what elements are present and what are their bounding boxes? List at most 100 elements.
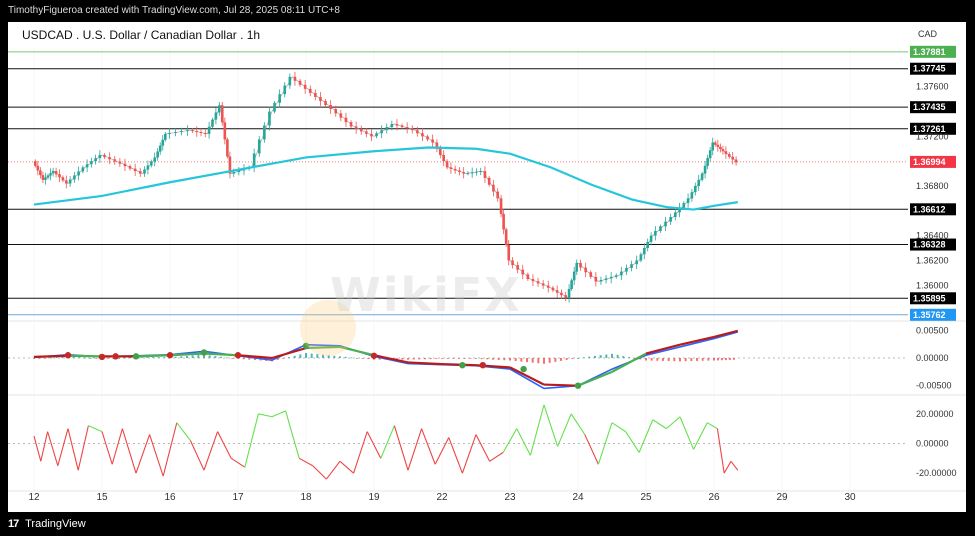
candle-body — [504, 229, 508, 245]
x-axis-tick: 17 — [232, 492, 244, 503]
macd-histogram-bar — [231, 358, 234, 359]
macd-histogram-bar — [174, 356, 177, 358]
macd-axis-tick: 0.00500 — [916, 325, 949, 335]
attribution-bar: TimothyFigueroa created with TradingView… — [0, 0, 975, 22]
candle-body — [58, 174, 61, 178]
candle-body — [649, 235, 653, 242]
candle-body — [214, 112, 218, 120]
macd-histogram-bar — [401, 358, 404, 360]
candle-body — [555, 290, 559, 293]
oscillator-segment — [421, 428, 436, 465]
macd-histogram-bar — [492, 358, 494, 360]
macd-histogram-bar — [186, 355, 188, 358]
macd-cross-dot — [166, 352, 174, 359]
candle-body — [416, 130, 419, 134]
candle-body — [564, 295, 567, 298]
candle-body — [604, 278, 608, 280]
candle-body — [449, 167, 453, 169]
level-label: 1.35895 — [913, 293, 946, 303]
macd-histogram-bar — [118, 358, 120, 359]
candle-body — [697, 179, 700, 186]
macd-histogram-bar — [50, 357, 52, 359]
candle-body — [146, 165, 150, 170]
candle-body — [531, 279, 535, 282]
candle-body — [153, 157, 156, 162]
candle-body — [329, 105, 332, 110]
macd-histogram-bar — [163, 357, 166, 358]
macd-histogram-bar — [242, 358, 245, 360]
macd-histogram-bar — [129, 357, 132, 359]
candle-body — [609, 276, 613, 279]
x-axis-tick: 16 — [164, 492, 176, 503]
macd-histogram-bar — [480, 358, 483, 360]
candle-body — [319, 96, 322, 101]
macd-histogram-bar — [662, 358, 664, 361]
candle-body — [252, 153, 256, 168]
candle-body — [458, 170, 461, 173]
candle-body — [303, 84, 307, 89]
macd-histogram-bar — [713, 358, 715, 361]
candle-body — [156, 151, 159, 158]
candle-body — [344, 117, 348, 123]
candle-body — [734, 159, 738, 163]
candle-body — [161, 139, 165, 146]
candle-body — [94, 158, 97, 162]
macd-histogram-bar — [560, 358, 562, 361]
macd-histogram-bar — [220, 356, 222, 358]
macd-histogram-bar — [720, 358, 723, 361]
candle-body — [682, 203, 686, 208]
candle-body — [594, 276, 598, 282]
oscillator-segment — [393, 425, 409, 471]
candle-body — [349, 122, 353, 127]
candle-body — [526, 274, 530, 280]
oscillator-segment — [217, 431, 232, 459]
macd-histogram-bar — [89, 358, 92, 359]
oscillator-segment — [407, 428, 423, 471]
oscillator-axis-tick: 20.00000 — [916, 409, 954, 419]
candle-body — [195, 131, 199, 133]
candle-body — [466, 172, 470, 174]
candle-body — [49, 173, 52, 176]
candle-body — [218, 105, 221, 113]
macd-histogram-bar — [732, 358, 735, 360]
x-axis-tick: 22 — [436, 492, 448, 503]
oscillator-segment — [652, 419, 667, 430]
macd-histogram-bar — [305, 353, 307, 358]
macd-histogram-bar — [645, 358, 647, 361]
chart-svg[interactable]: 1.378811.377451.374351.372611.366121.363… — [8, 22, 966, 512]
oscillator-segment — [111, 428, 123, 465]
oscillator-segment — [285, 410, 300, 459]
oscillator-segment — [679, 416, 695, 450]
candle-body — [507, 244, 511, 261]
macd-histogram-bar — [605, 354, 608, 358]
oscillator-segment — [203, 431, 219, 471]
macd-histogram-bar — [418, 358, 421, 360]
candle-body — [180, 131, 183, 133]
macd-histogram-bar — [673, 358, 676, 362]
candle-body — [257, 139, 261, 154]
candle-body — [724, 151, 728, 155]
oscillator-segment — [258, 413, 273, 418]
macd-cross-dot — [64, 352, 72, 359]
macd-axis-tick: 0.00000 — [916, 353, 949, 363]
oscillator-segment — [723, 461, 732, 474]
price-axis-tick: 1.36400 — [916, 231, 949, 241]
level-label: 1.37881 — [913, 47, 946, 57]
macd-histogram-bar — [656, 358, 659, 361]
tradingview-logo[interactable]: 17 TradingView — [8, 516, 86, 532]
oscillator-segment — [625, 431, 640, 453]
candle-body — [203, 132, 207, 134]
oscillator-segment — [380, 425, 395, 459]
chart-area[interactable]: 1.37881 1.37745 1.37435 1.37261 1.36612 1.363… — [8, 22, 966, 512]
oscillator-segment — [489, 451, 504, 462]
x-axis-tick: 30 — [844, 492, 856, 503]
macd-histogram-bar — [707, 358, 710, 361]
macd-histogram-bar — [599, 355, 602, 358]
oscillator-segment — [693, 422, 708, 450]
candle-body — [405, 127, 409, 129]
macd-histogram-bar — [123, 357, 126, 359]
candle-body — [68, 179, 72, 184]
candle-body — [728, 154, 731, 157]
candle-body — [639, 254, 643, 261]
macd-histogram-bar — [95, 358, 98, 359]
